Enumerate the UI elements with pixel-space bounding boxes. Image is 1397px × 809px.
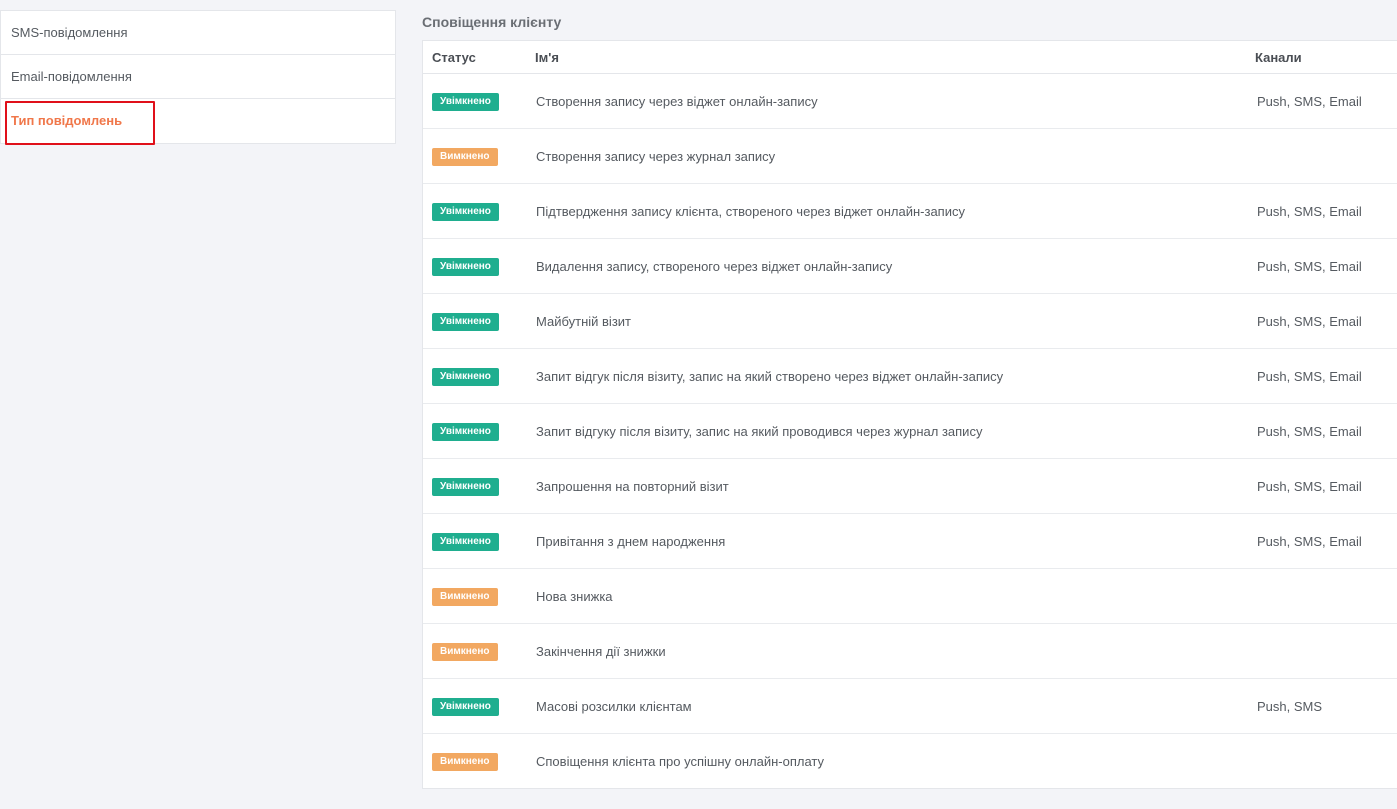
notification-name[interactable]: Створення запису через журнал запису xyxy=(526,149,1246,164)
table-row[interactable]: Увімкнено Видалення запису, створеного че… xyxy=(423,239,1397,294)
table-row[interactable]: Вимкнено Сповіщення клієнта про успішну о… xyxy=(423,734,1397,788)
status-badge[interactable]: Вимкнено xyxy=(432,642,498,661)
page-title: Сповіщення клієнту xyxy=(422,14,562,30)
notification-name[interactable]: Запрошення на повторний візит xyxy=(526,479,1246,494)
sidebar-item-sms-notifications[interactable]: SMS-повідомлення xyxy=(1,11,395,55)
notification-channels: Push, SMS, Email xyxy=(1257,258,1362,274)
status-badge[interactable]: Вимкнено xyxy=(432,147,498,166)
notification-name[interactable]: Закінчення дії знижки xyxy=(526,644,1246,659)
table-row[interactable]: Увімкнено Запит відгук після візиту, запи… xyxy=(423,349,1397,404)
status-cell: Увімкнено xyxy=(423,697,526,716)
status-cell: Увімкнено xyxy=(423,92,526,111)
status-badge[interactable]: Вимкнено xyxy=(432,752,498,771)
status-cell: Вимкнено xyxy=(423,642,526,661)
notification-name[interactable]: Створення запису через віджет онлайн-зап… xyxy=(526,94,1246,109)
table-header: Статус Ім'я Канали xyxy=(423,41,1397,74)
table-body: Увімкнено Створення запису через віджет о… xyxy=(423,74,1397,788)
status-cell: Увімкнено xyxy=(423,422,526,441)
status-cell: Вимкнено xyxy=(423,147,526,166)
table-row[interactable]: Вимкнено Закінчення дії знижки xyxy=(423,624,1397,679)
status-badge[interactable]: Увімкнено xyxy=(432,312,499,331)
notification-channels: Push, SMS, Email xyxy=(1257,313,1362,329)
status-cell: Увімкнено xyxy=(423,257,526,276)
status-cell: Увімкнено xyxy=(423,312,526,331)
notification-name[interactable]: Привітання з днем народження xyxy=(526,534,1246,549)
column-header-name[interactable]: Ім'я xyxy=(526,50,1246,65)
table-row[interactable]: Увімкнено Запит відгуку після візиту, зап… xyxy=(423,404,1397,459)
column-header-channels[interactable]: Канали xyxy=(1246,50,1397,65)
notification-channels: Push, SMS, Email xyxy=(1257,423,1362,439)
notification-name[interactable]: Масові розсилки клієнтам xyxy=(526,699,1246,714)
sidebar: SMS-повідомлення Email-повідомлення Тип … xyxy=(0,10,396,145)
notification-name[interactable]: Запит відгуку після візиту, запис на яки… xyxy=(526,424,1246,439)
sidebar-item-notification-type[interactable]: Тип повідомлень xyxy=(1,99,395,145)
status-cell: Увімкнено xyxy=(423,202,526,221)
notification-name[interactable]: Сповіщення клієнта про успішну онлайн-оп… xyxy=(526,754,1246,769)
table-row[interactable]: Увімкнено Привітання з днем народження Pus… xyxy=(423,514,1397,569)
table-row[interactable]: Увімкнено Підтвердження запису клієнта, с… xyxy=(423,184,1397,239)
notification-name[interactable]: Запит відгук після візиту, запис на який… xyxy=(526,369,1246,384)
notifications-table: Статус Ім'я Канали Увімкнено Створення за… xyxy=(422,40,1397,789)
notification-channels: Push, SMS, Email xyxy=(1257,203,1362,219)
status-badge[interactable]: Увімкнено xyxy=(432,257,499,276)
notification-channels: Push, SMS, Email xyxy=(1257,368,1362,384)
status-badge[interactable]: Увімкнено xyxy=(432,697,499,716)
notification-name[interactable]: Підтвердження запису клієнта, створеного… xyxy=(526,204,1246,219)
notification-name[interactable]: Видалення запису, створеного через відже… xyxy=(526,259,1246,274)
sidebar-item-label: Email-повідомлення xyxy=(11,69,132,84)
sidebar-item-label: Тип повідомлень xyxy=(11,113,123,128)
status-badge[interactable]: Увімкнено xyxy=(432,532,499,551)
status-badge[interactable]: Увімкнено xyxy=(432,92,499,111)
table-row[interactable]: Увімкнено Масові розсилки клієнтам Push, S… xyxy=(423,679,1397,734)
status-badge[interactable]: Увімкнено xyxy=(432,202,499,221)
status-cell: Увімкнено xyxy=(423,477,526,496)
notification-channels: Push, SMS, Email xyxy=(1257,93,1362,109)
status-cell: Увімкнено xyxy=(423,532,526,551)
notification-channels: Push, SMS xyxy=(1257,698,1323,714)
column-header-status[interactable]: Статус xyxy=(423,50,526,65)
status-cell: Вимкнено xyxy=(423,752,526,771)
status-badge[interactable]: Увімкнено xyxy=(432,422,499,441)
table-row[interactable]: Увімкнено Майбутній візит Push, SMS, Email xyxy=(423,294,1397,349)
notification-channels: Push, SMS, Email xyxy=(1257,533,1362,549)
status-badge[interactable]: Вимкнено xyxy=(432,587,498,606)
sidebar-item-label: SMS-повідомлення xyxy=(11,25,128,40)
table-row[interactable]: Увімкнено Створення запису через віджет о… xyxy=(423,74,1397,129)
status-cell: Вимкнено xyxy=(423,587,526,606)
notification-channels: Push, SMS, Email xyxy=(1257,478,1362,494)
table-row[interactable]: Вимкнено Нова знижка xyxy=(423,569,1397,624)
table-row[interactable]: Увімкнено Запрошення на повторний візит Pu… xyxy=(423,459,1397,514)
status-cell: Увімкнено xyxy=(423,367,526,386)
table-row[interactable]: Вимкнено Створення запису через журнал за… xyxy=(423,129,1397,184)
status-badge[interactable]: Увімкнено xyxy=(432,477,499,496)
sidebar-item-email-notifications[interactable]: Email-повідомлення xyxy=(1,55,395,99)
notification-name[interactable]: Майбутній візит xyxy=(526,314,1246,329)
notification-name[interactable]: Нова знижка xyxy=(526,589,1246,604)
status-badge[interactable]: Увімкнено xyxy=(432,367,499,386)
